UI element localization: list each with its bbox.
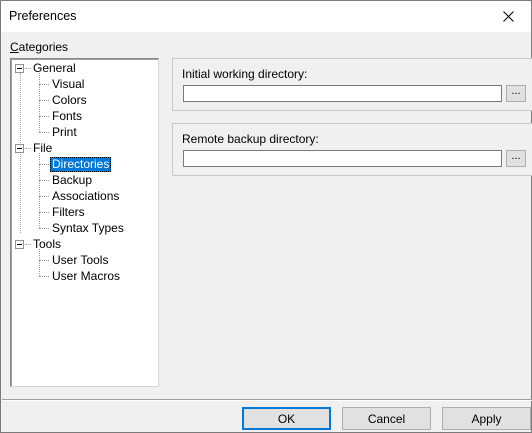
tree-item-syntax-types[interactable]: Syntax Types — [50, 220, 126, 236]
backup-dir-label: Remote backup directory: — [182, 132, 319, 146]
tree-item-label: User Macros — [52, 269, 121, 283]
tree-item-label: User Tools — [52, 253, 109, 267]
initial-dir-label: Initial working directory: — [182, 67, 308, 81]
tree-connector — [39, 276, 49, 277]
tree-connector — [39, 116, 49, 117]
categories-label: Categories — [10, 40, 69, 54]
tree-item-label: Tools — [33, 237, 62, 251]
tree-item-label: Associations — [52, 189, 120, 203]
initial-dir-browse-button[interactable]: ... — [506, 85, 526, 102]
tree-connector — [39, 132, 49, 133]
tree-item-user-macros[interactable]: User Macros — [50, 268, 122, 284]
tree-item-tools[interactable]: Tools — [31, 236, 63, 252]
tree-item-label: Filters — [52, 205, 85, 219]
tree-connector — [39, 196, 49, 197]
tree-item-label: General — [33, 61, 76, 75]
tree-item-directories[interactable]: Directories — [50, 156, 112, 172]
backup-dir-group: Remote backup directory: ... — [172, 123, 532, 176]
close-button[interactable] — [485, 1, 531, 32]
tree-connector — [39, 228, 49, 229]
collapse-icon[interactable] — [15, 240, 24, 249]
tree-item-file[interactable]: File — [31, 140, 54, 156]
tree-item-print[interactable]: Print — [50, 124, 79, 140]
tree-connector — [39, 249, 40, 276]
tree-item-user-tools[interactable]: User Tools — [50, 252, 110, 268]
categories-tree[interactable]: General Visual Colors Fonts Print File Directo… — [10, 58, 159, 387]
tree-item-visual[interactable]: Visual — [50, 76, 86, 92]
tree-connector — [39, 212, 49, 213]
tree-connector — [39, 164, 49, 165]
tree-connector — [39, 180, 49, 181]
tree-item-label: Fonts — [52, 109, 83, 123]
tree-connector — [39, 100, 49, 101]
apply-button[interactable]: Apply — [442, 407, 531, 430]
tree-connector — [39, 260, 49, 261]
tree-item-label: Print — [52, 125, 77, 139]
tree-connector — [39, 84, 49, 85]
initial-dir-group: Initial working directory: ... — [172, 58, 532, 111]
ok-button[interactable]: OK — [242, 407, 331, 430]
tree-item-fonts[interactable]: Fonts — [50, 108, 84, 124]
tree-item-label: Backup — [52, 173, 93, 187]
tree-item-backup[interactable]: Backup — [50, 172, 94, 188]
tree-connector — [20, 73, 21, 233]
tree-item-label: Directories — [50, 157, 112, 172]
tree-item-label: Colors — [52, 93, 87, 107]
backup-dir-input[interactable] — [183, 150, 502, 167]
tree-item-label: File — [33, 141, 53, 155]
collapse-icon[interactable] — [15, 144, 24, 153]
initial-dir-input[interactable] — [183, 85, 502, 102]
button-separator — [2, 399, 532, 401]
tree-item-associations[interactable]: Associations — [50, 188, 121, 204]
tree-item-colors[interactable]: Colors — [50, 92, 89, 108]
tree-connector — [39, 153, 40, 228]
close-icon — [502, 11, 514, 22]
preferences-dialog: Preferences Categories General Visual Colo… — [0, 0, 532, 433]
cancel-button[interactable]: Cancel — [342, 407, 431, 430]
collapse-icon[interactable] — [15, 64, 24, 73]
tree-item-general[interactable]: General — [31, 60, 78, 76]
tree-connector — [39, 73, 40, 132]
window-title: Preferences — [9, 9, 77, 23]
tree-item-label: Visual — [52, 77, 85, 91]
title-bar: Preferences — [1, 1, 531, 32]
tree-item-filters[interactable]: Filters — [50, 204, 87, 220]
tree-item-label: Syntax Types — [52, 221, 124, 235]
backup-dir-browse-button[interactable]: ... — [506, 150, 526, 167]
